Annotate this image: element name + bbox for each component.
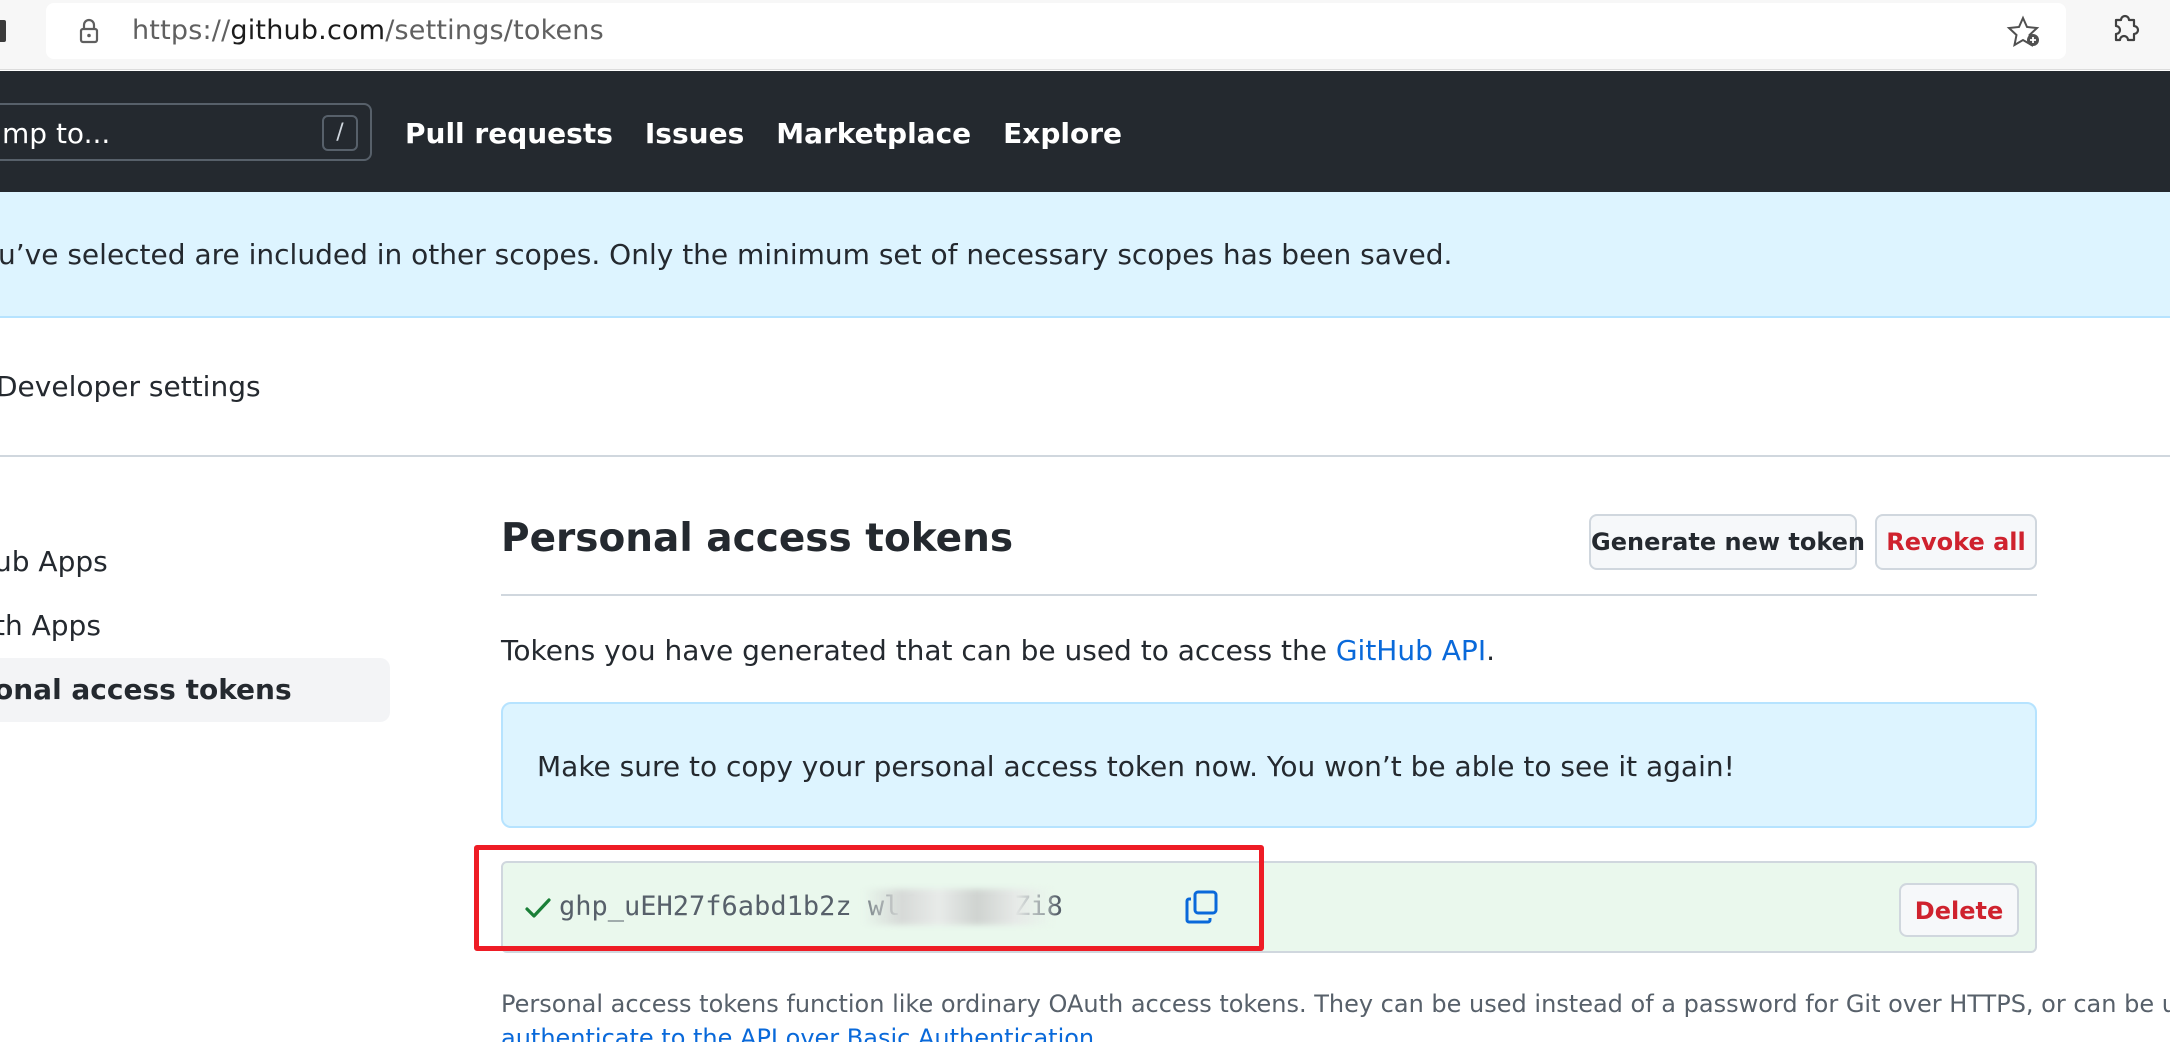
breadcrumb-developer-settings[interactable]: Developer settings <box>0 370 261 403</box>
nav-pull-requests[interactable]: Pull requests <box>405 117 613 150</box>
title-divider <box>501 594 2037 596</box>
github-api-link[interactable]: GitHub API <box>1336 634 1486 667</box>
github-header: mp to... / Pull requests Issues Marketpl… <box>0 71 2170 192</box>
sidebar-item-label: ub Apps <box>0 545 108 578</box>
lock-icon[interactable] <box>74 16 104 46</box>
url-host: github.com <box>230 15 386 46</box>
copy-token-notice: Make sure to copy your personal access t… <box>501 702 2037 828</box>
search-shortcut-key: / <box>322 115 358 151</box>
url-path: /settings/tokens <box>385 15 604 46</box>
page-title: Personal access tokens <box>501 516 1014 561</box>
nav-explore[interactable]: Explore <box>1003 117 1122 150</box>
nav-marketplace[interactable]: Marketplace <box>776 117 971 150</box>
desc-text: Tokens you have generated that can be us… <box>501 634 1336 667</box>
search-input[interactable]: mp to... / <box>0 103 372 161</box>
annotation-highlight <box>474 845 1264 951</box>
extensions-icon[interactable] <box>2106 10 2144 48</box>
browser-toolbar: https://github.com/settings/tokens <box>0 0 2170 70</box>
flash-message: u’ve selected are included in other scop… <box>0 238 1453 271</box>
flash-banner: u’ve selected are included in other scop… <box>0 192 2170 318</box>
tab-edge <box>0 20 6 42</box>
settings-sidebar: ub Apps th Apps onal access tokens <box>0 530 390 722</box>
section-divider <box>0 455 2170 457</box>
sidebar-item-label: onal access tokens <box>0 673 292 706</box>
header-nav: Pull requests Issues Marketplace Explore <box>405 117 1122 150</box>
sidebar-item-oauth-apps[interactable]: th Apps <box>0 594 390 658</box>
nav-issues[interactable]: Issues <box>645 117 744 150</box>
basic-auth-link[interactable]: authenticate to the API over Basic Authe… <box>501 1024 1094 1042</box>
url-scheme: https:// <box>132 15 231 46</box>
sidebar-item-personal-access-tokens[interactable]: onal access tokens <box>0 658 390 722</box>
revoke-all-button[interactable]: Revoke all <box>1875 514 2037 570</box>
desc-period: . <box>1486 634 1495 667</box>
generate-new-token-button[interactable]: Generate new token <box>1589 514 1865 570</box>
sidebar-item-label: th Apps <box>0 609 101 642</box>
tokens-description: Tokens you have generated that can be us… <box>501 634 1495 667</box>
notice-text: Make sure to copy your personal access t… <box>537 750 1735 783</box>
url-text[interactable]: https://github.com/settings/tokens <box>132 15 604 46</box>
sidebar-item-github-apps[interactable]: ub Apps <box>0 530 390 594</box>
search-placeholder: mp to... <box>2 117 111 150</box>
address-bar[interactable]: https://github.com/settings/tokens <box>46 3 2066 59</box>
tokens-footnote: Personal access tokens function like ord… <box>501 990 2170 1018</box>
delete-token-button[interactable]: Delete <box>1899 883 2019 937</box>
add-favorite-icon[interactable] <box>2006 13 2044 51</box>
